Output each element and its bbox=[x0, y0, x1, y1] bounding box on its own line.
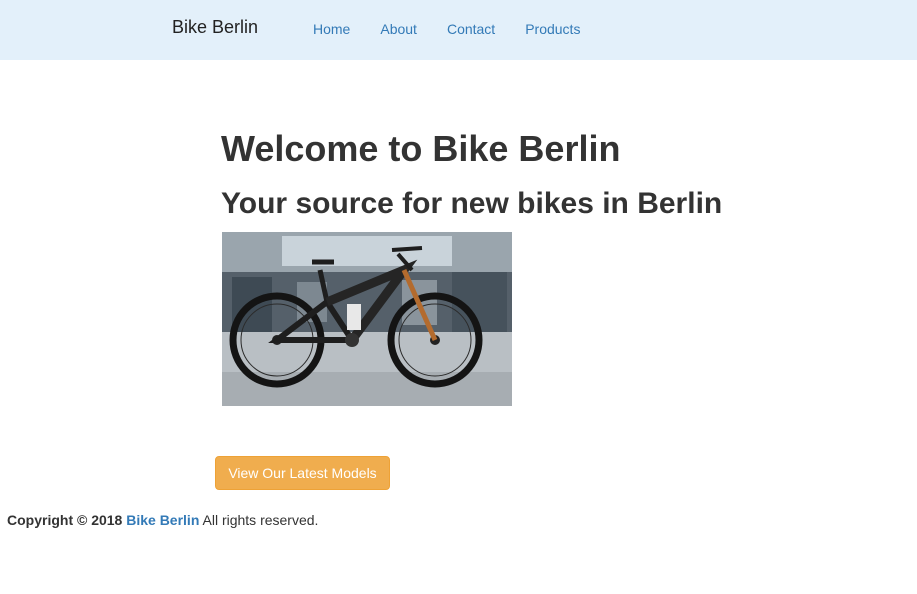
footer: Copyright © 2018 Bike Berlin All rights … bbox=[7, 512, 318, 528]
footer-brand-link[interactable]: Bike Berlin bbox=[126, 512, 199, 528]
view-latest-models-button[interactable]: View Our Latest Models bbox=[215, 456, 390, 490]
top-navbar: Bike Berlin Home About Contact Products bbox=[0, 0, 917, 60]
bike-photo bbox=[222, 232, 512, 406]
nav-link-home[interactable]: Home bbox=[313, 20, 350, 38]
nav-link-contact[interactable]: Contact bbox=[447, 20, 495, 38]
page-title: Welcome to Bike Berlin bbox=[221, 128, 621, 169]
nav-link-products[interactable]: Products bbox=[525, 20, 580, 38]
nav-links: Home About Contact Products bbox=[313, 20, 610, 38]
brand-link[interactable]: Bike Berlin bbox=[172, 17, 258, 38]
rights-text: All rights reserved. bbox=[202, 512, 319, 528]
page-subtitle: Your source for new bikes in Berlin bbox=[221, 187, 723, 220]
nav-link-about[interactable]: About bbox=[380, 20, 417, 38]
copyright-text: Copyright © 2018 bbox=[7, 512, 123, 528]
